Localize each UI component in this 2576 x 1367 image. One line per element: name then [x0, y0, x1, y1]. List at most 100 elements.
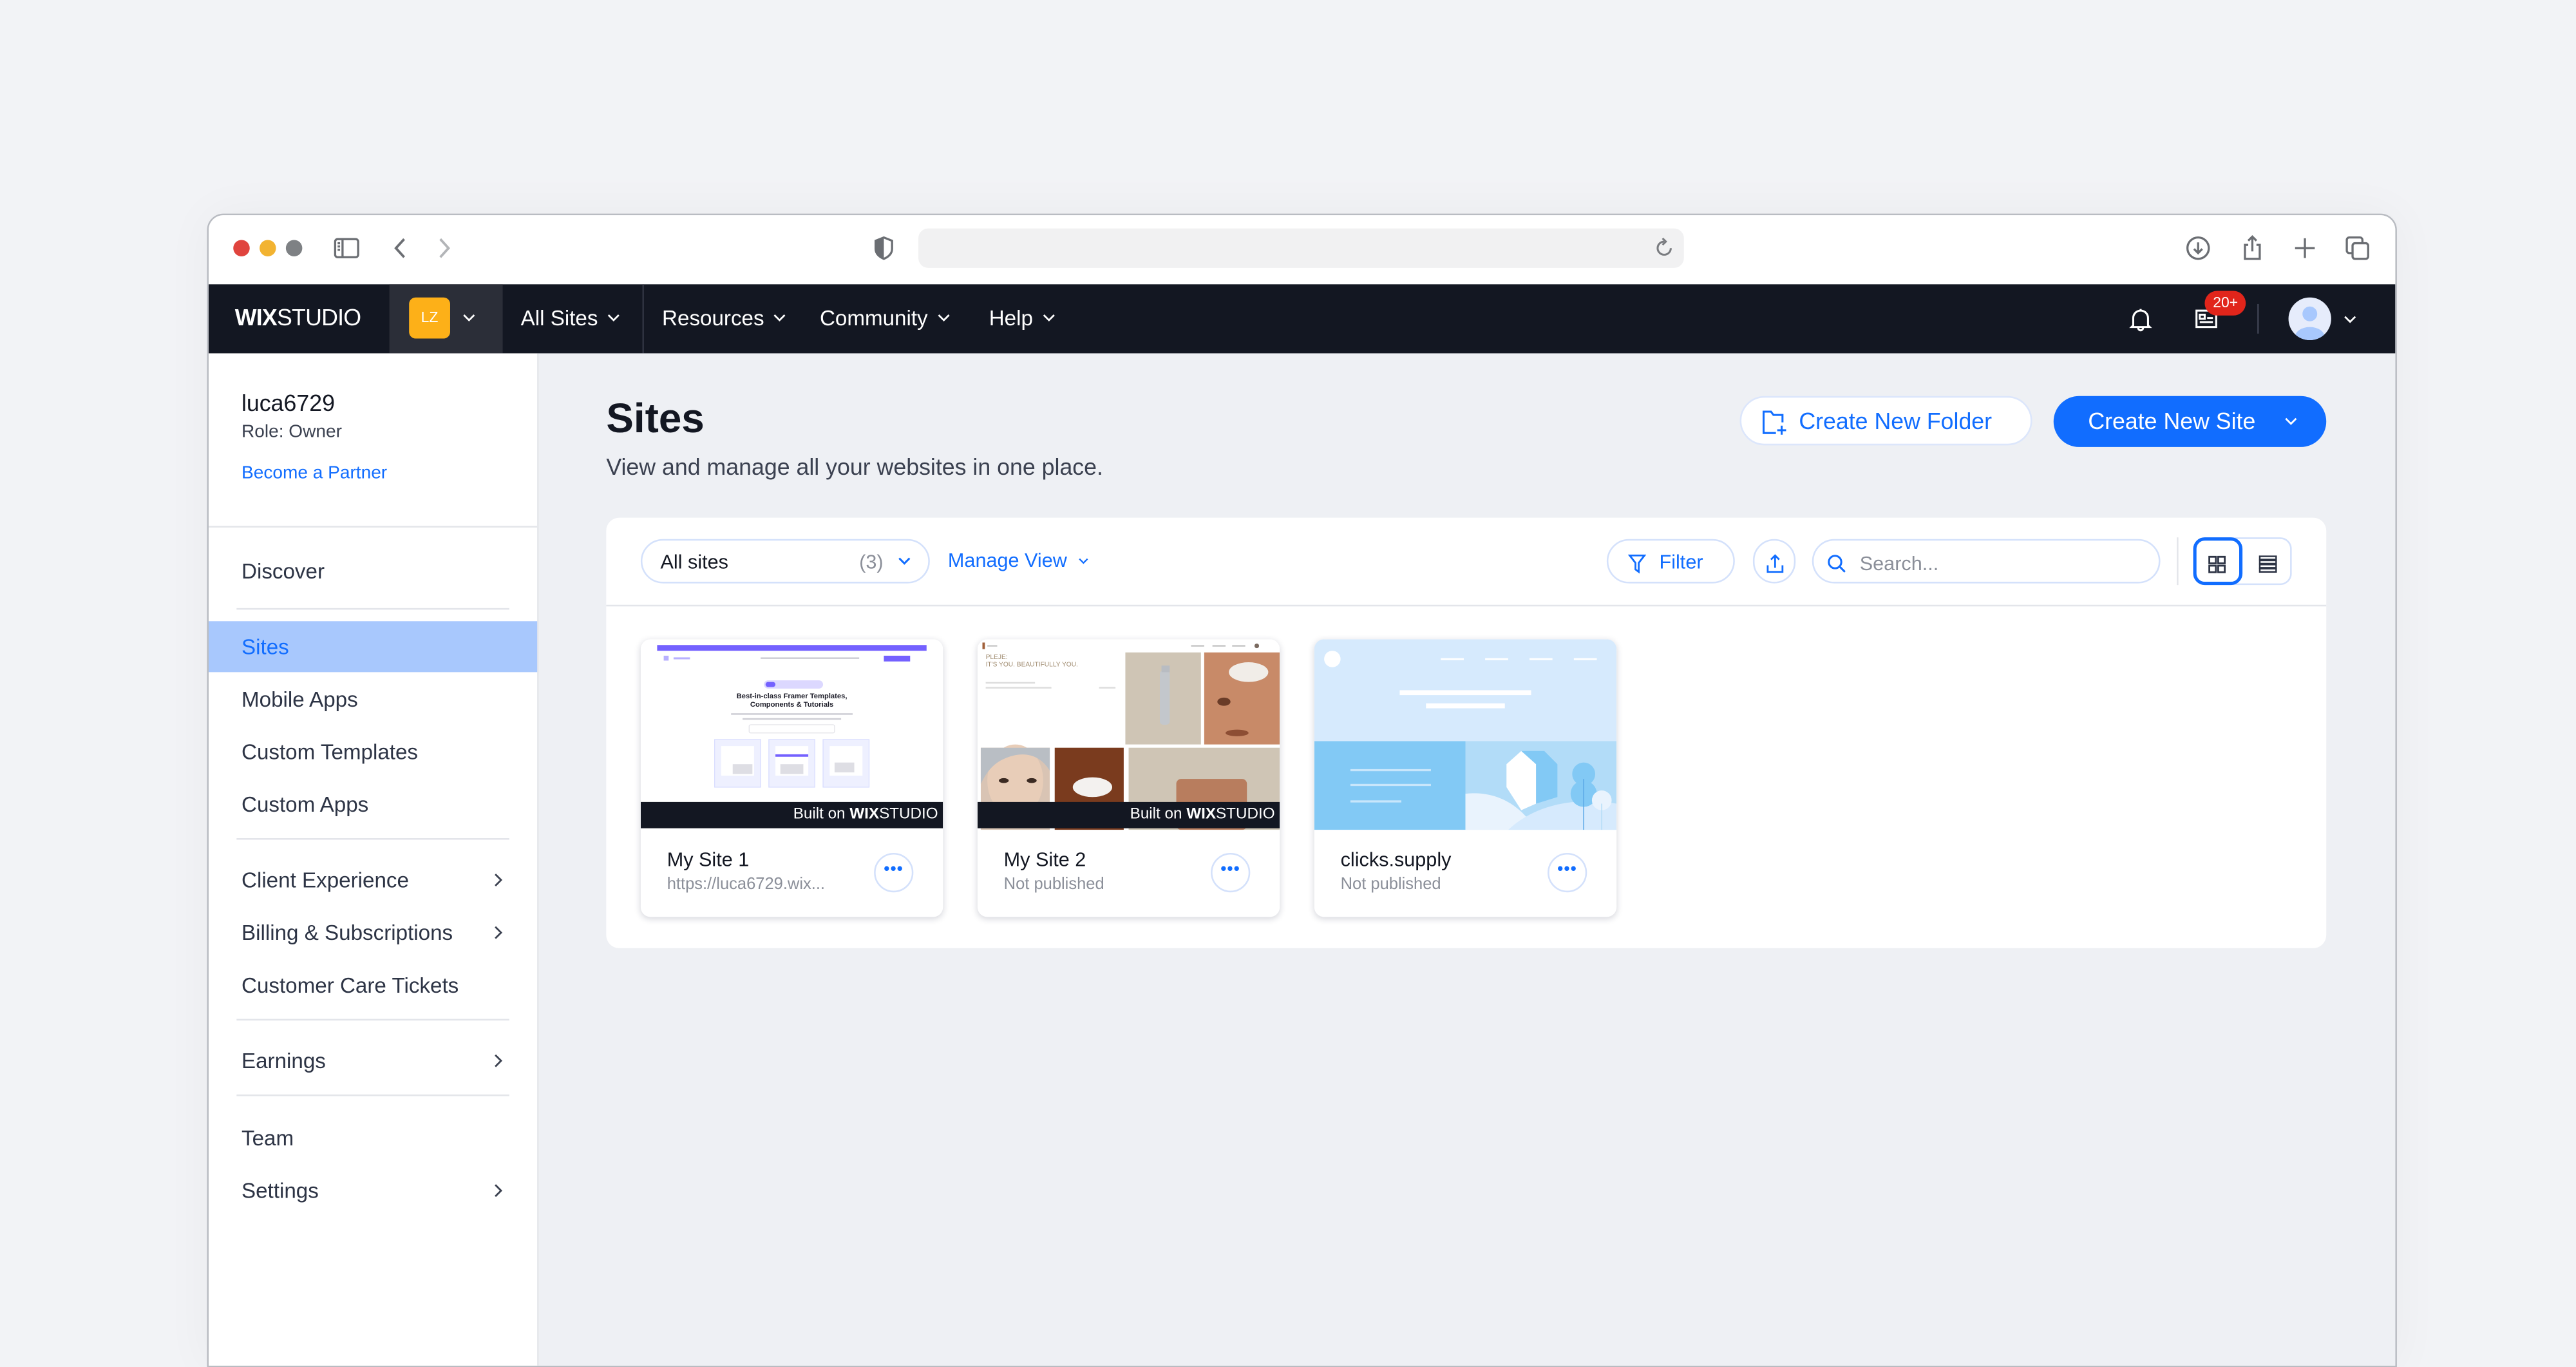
- ellipsis-icon: •••: [1557, 861, 1577, 879]
- chevron-down-icon: [462, 311, 477, 325]
- sidebar-item-label: Settings: [241, 1178, 319, 1203]
- funnel-icon: [1627, 552, 1647, 574]
- site-preview-image: PLEJE: IT'S YOU. BEAUTIFULLY YOU.: [977, 639, 1280, 830]
- site-card[interactable]: PLEJE: IT'S YOU. BEAUTIFULLY YOU. Built …: [977, 639, 1280, 917]
- sites-toolbar: All sites (3) Manage View Filter: [606, 518, 2327, 607]
- site-name[interactable]: My Site 1: [667, 848, 750, 871]
- chevron-down-icon: [1077, 556, 1088, 568]
- more-actions-button[interactable]: •••: [1211, 852, 1251, 893]
- user-avatar[interactable]: [2288, 297, 2331, 341]
- sidebar-item-label: Team: [241, 1125, 294, 1151]
- site-status: Not published: [1003, 875, 1104, 894]
- chevron-down-icon: [936, 311, 951, 325]
- manage-view-button[interactable]: Manage View: [948, 549, 1088, 572]
- list-view-button[interactable]: [2244, 539, 2290, 584]
- sidebar-item-label: Custom Apps: [241, 792, 369, 817]
- chevron-down-icon: [772, 311, 787, 325]
- site-card[interactable]: clicks.supply Not published •••: [1314, 639, 1617, 917]
- sidebar-item-label: Custom Templates: [241, 739, 419, 765]
- forward-icon[interactable]: [429, 233, 459, 263]
- nav-community[interactable]: Community: [820, 284, 951, 353]
- sidebar-item-settings[interactable]: Settings: [209, 1165, 537, 1216]
- nav-item-label: All Sites: [520, 305, 598, 330]
- back-icon[interactable]: [386, 233, 415, 263]
- nav-item-label: Help: [989, 305, 1033, 330]
- chevron-down-icon: [897, 554, 912, 569]
- sidebar-item-billing-subscriptions[interactable]: Billing & Subscriptions: [209, 907, 537, 958]
- sidebar-item-label: Earnings: [241, 1048, 326, 1073]
- chevron-down-icon[interactable]: [2343, 312, 2358, 327]
- maximize-window-button[interactable]: [285, 240, 303, 256]
- chevron-down-icon: [606, 311, 621, 325]
- site-preview-image: Best-in-class Framer Templates, Componen…: [640, 639, 943, 830]
- sidebar-item-discover[interactable]: Discover: [209, 546, 537, 597]
- divider: [236, 1094, 509, 1096]
- user-role: Role: Owner: [241, 422, 342, 443]
- sidebar-item-label: Customer Care Tickets: [241, 973, 459, 998]
- bell-icon[interactable]: [2126, 304, 2155, 334]
- account-switcher[interactable]: LZ: [389, 284, 503, 354]
- manage-view-label: Manage View: [947, 549, 1067, 572]
- chevron-right-icon: [491, 925, 504, 940]
- sidebar-item-custom-templates[interactable]: Custom Templates: [209, 727, 537, 778]
- site-preview[interactable]: [1314, 639, 1617, 830]
- download-icon[interactable]: [2183, 233, 2213, 263]
- tabs-overview-icon[interactable]: [2343, 233, 2372, 263]
- nav-item-label: Community: [819, 305, 928, 330]
- divider: [208, 526, 538, 528]
- built-on-label: Built on: [1130, 805, 1182, 824]
- sidebar-item-team[interactable]: Team: [209, 1113, 537, 1163]
- search-field[interactable]: [1812, 539, 2161, 584]
- sidebar-icon[interactable]: [332, 233, 361, 263]
- filter-label: Filter: [1659, 550, 1703, 574]
- export-button[interactable]: [1752, 539, 1796, 584]
- nav-item-label: Resources: [662, 305, 764, 330]
- nav-help[interactable]: Help: [989, 284, 1056, 353]
- svg-text:IT'S YOU. BEAUTIFULLY YOU.: IT'S YOU. BEAUTIFULLY YOU.: [986, 661, 1078, 668]
- nav-all-sites[interactable]: All Sites: [521, 284, 621, 353]
- site-name[interactable]: clicks.supply: [1341, 848, 1452, 871]
- inbox-badge: 20+: [2204, 291, 2246, 316]
- filter-button[interactable]: Filter: [1606, 539, 1735, 584]
- chevron-down-icon[interactable]: [2284, 414, 2298, 429]
- banner-wix: WIX: [849, 805, 880, 824]
- sidebar-item-customer-care-tickets[interactable]: Customer Care Tickets: [209, 960, 537, 1011]
- create-site-button[interactable]: Create New Site: [2053, 396, 2327, 447]
- become-partner-link[interactable]: Become a Partner: [242, 463, 387, 483]
- search-input[interactable]: [1856, 547, 2143, 580]
- wix-studio-logo[interactable]: WIXSTUDIO: [235, 304, 361, 330]
- reload-icon[interactable]: [1651, 235, 1678, 262]
- new-tab-icon[interactable]: [2290, 233, 2320, 263]
- site-name[interactable]: My Site 2: [1004, 848, 1086, 871]
- banner-wix: WIX: [1186, 805, 1217, 824]
- sidebar-item-custom-apps[interactable]: Custom Apps: [209, 779, 537, 830]
- close-window-button[interactable]: [233, 240, 250, 256]
- page-subtitle: View and manage all your websites in one…: [606, 454, 1103, 480]
- sidebar-item-client-experience[interactable]: Client Experience: [209, 855, 537, 906]
- create-folder-button[interactable]: Create New Folder: [1739, 396, 2032, 446]
- preview-headline: PLEJE:: [986, 654, 1008, 661]
- view-toggle: [2193, 537, 2292, 586]
- grid-view-button[interactable]: [2193, 537, 2243, 586]
- sidebar-item-label: Billing & Subscriptions: [241, 920, 453, 945]
- site-filter-select[interactable]: All sites (3): [640, 539, 930, 584]
- site-preview[interactable]: PLEJE: IT'S YOU. BEAUTIFULLY YOU. Built …: [977, 639, 1280, 830]
- page-title: Sites: [606, 396, 705, 443]
- user-silhouette-icon: [2295, 306, 2325, 341]
- built-on-label: Built on: [793, 805, 846, 824]
- more-actions-button[interactable]: •••: [1548, 852, 1587, 893]
- more-actions-button[interactable]: •••: [874, 852, 914, 893]
- site-count: (3): [859, 550, 884, 574]
- share-icon[interactable]: [2237, 233, 2267, 263]
- site-preview[interactable]: Best-in-class Framer Templates, Componen…: [640, 639, 943, 830]
- list-icon: [2259, 552, 2277, 573]
- shield-icon[interactable]: [869, 233, 898, 263]
- site-card[interactable]: Best-in-class Framer Templates, Componen…: [640, 639, 943, 917]
- screen: WIXSTUDIO LZ All Sites Resources Communi…: [0, 0, 2576, 1367]
- sidebar-item-sites[interactable]: Sites: [208, 621, 538, 673]
- sidebar-item-earnings[interactable]: Earnings: [209, 1035, 537, 1086]
- minimize-window-button[interactable]: [260, 240, 276, 256]
- sidebar-item-mobile-apps[interactable]: Mobile Apps: [209, 674, 537, 725]
- nav-resources[interactable]: Resources: [662, 284, 787, 353]
- address-bar[interactable]: [918, 228, 1684, 268]
